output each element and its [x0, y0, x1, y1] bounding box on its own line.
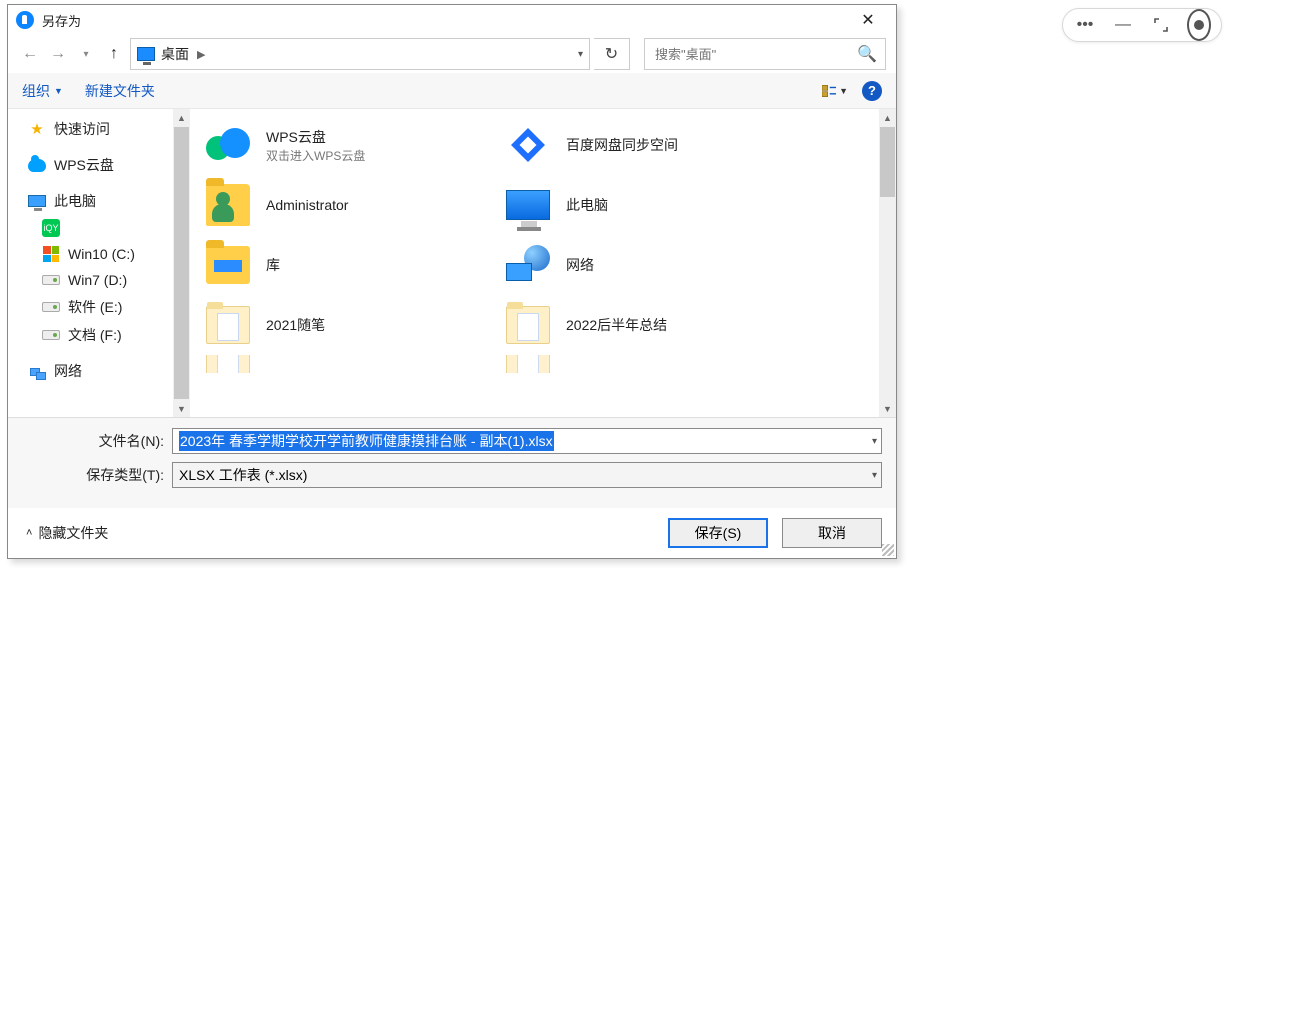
search-box[interactable]: 🔍 — [644, 38, 886, 70]
new-folder-button[interactable]: 新建文件夹 — [85, 81, 155, 101]
scroll-thumb[interactable] — [880, 127, 895, 197]
item-wps-cloud[interactable]: WPS云盘双击进入WPS云盘 — [190, 115, 490, 175]
doc-folder-icon — [504, 355, 552, 373]
path-box[interactable]: 桌面 ▶ ▾ — [130, 38, 590, 70]
doc-folder-icon — [204, 355, 252, 373]
sidebar: ★快速访问 WPS云盘 此电脑 iQY Win10 (C:) Win7 (D:)… — [8, 109, 190, 417]
doc-folder-icon — [504, 301, 552, 349]
save-button[interactable]: 保存(S) — [668, 518, 768, 548]
recent-dropdown[interactable]: ▾ — [74, 42, 98, 66]
sidebar-item-network[interactable]: 网络 — [8, 357, 190, 385]
desktop-icon — [137, 47, 155, 61]
content-scrollbar[interactable]: ▲ ▼ — [879, 109, 896, 417]
forward-button[interactable]: → — [46, 42, 70, 66]
sidebar-item-drive-c[interactable]: Win10 (C:) — [8, 241, 190, 267]
network-pc-icon — [504, 241, 552, 289]
item-libraries[interactable]: 库 — [190, 235, 490, 295]
sidebar-item-drive-d[interactable]: Win7 (D:) — [8, 267, 190, 293]
record-button[interactable] — [1187, 13, 1211, 37]
item-2021-essays[interactable]: 2021随笔 — [190, 295, 490, 355]
scroll-down-icon[interactable]: ▼ — [173, 400, 190, 417]
scroll-up-icon[interactable]: ▲ — [173, 109, 190, 126]
sidebar-item-iqiyi[interactable]: iQY — [8, 215, 190, 241]
app-icon — [16, 11, 34, 29]
sidebar-item-drive-e[interactable]: 软件 (E:) — [8, 293, 190, 321]
cloud-icon — [28, 156, 46, 174]
nav-row: ← → ▾ ↑ 桌面 ▶ ▾ ↻ 🔍 — [8, 35, 896, 73]
sidebar-item-this-pc[interactable]: 此电脑 — [8, 187, 190, 215]
overlay-toolbar: ••• — — [1062, 8, 1222, 42]
sidebar-item-drive-f[interactable]: 文档 (F:) — [8, 321, 190, 349]
user-folder-icon — [204, 181, 252, 229]
item-this-pc[interactable]: 此电脑 — [490, 175, 790, 235]
item-baidu-sync[interactable]: 百度网盘同步空间 — [490, 115, 790, 175]
dialog-body: ★快速访问 WPS云盘 此电脑 iQY Win10 (C:) Win7 (D:)… — [8, 109, 896, 417]
search-icon: 🔍 — [857, 44, 877, 64]
dialog-footer: ˄ 隐藏文件夹 保存(S) 取消 — [8, 508, 896, 558]
file-list: WPS云盘双击进入WPS云盘 百度网盘同步空间 Administrator 此电… — [190, 109, 896, 417]
item-network[interactable]: 网络 — [490, 235, 790, 295]
chevron-down-icon[interactable]: ▾ — [872, 470, 877, 481]
item-administrator[interactable]: Administrator — [190, 175, 490, 235]
dialog-title: 另存为 — [42, 11, 81, 30]
iqiyi-icon: iQY — [42, 219, 60, 237]
item-2022-summary[interactable]: 2022后半年总结 — [490, 295, 790, 355]
item-partial-left[interactable] — [190, 355, 490, 373]
windows-icon — [42, 245, 60, 263]
doc-folder-icon — [204, 301, 252, 349]
chevron-right-icon: ▶ — [197, 48, 205, 61]
filetype-label: 保存类型(T): — [22, 465, 164, 485]
view-mode-button[interactable]: ▼ — [822, 80, 848, 102]
filetype-field[interactable]: XLSX 工作表 (*.xlsx) ▾ — [172, 462, 882, 488]
hdd-icon — [42, 271, 60, 289]
sidebar-item-quick-access[interactable]: ★快速访问 — [8, 115, 190, 143]
sidebar-item-wps-cloud[interactable]: WPS云盘 — [8, 151, 190, 179]
pc-icon — [28, 192, 46, 210]
chevron-up-icon: ˄ — [26, 527, 32, 539]
cancel-button[interactable]: 取消 — [782, 518, 882, 548]
hdd-icon — [42, 298, 60, 316]
titlebar: 另存为 ✕ — [8, 5, 896, 35]
close-button[interactable]: ✕ — [848, 6, 888, 34]
filename-label: 文件名(N): — [22, 431, 164, 451]
fullscreen-icon[interactable] — [1149, 13, 1173, 37]
up-button[interactable]: ↑ — [102, 42, 126, 66]
baidu-icon — [504, 121, 552, 169]
filename-panel: 文件名(N): 2023年 春季学期学校开学前教师健康摸排台账 - 副本(1).… — [8, 417, 896, 508]
hdd-icon — [42, 326, 60, 344]
help-button[interactable]: ? — [862, 81, 882, 101]
refresh-button[interactable]: ↻ — [594, 38, 630, 70]
scroll-up-icon[interactable]: ▲ — [879, 109, 896, 126]
filename-value: 2023年 春季学期学校开学前教师健康摸排台账 - 副本(1).xlsx — [179, 431, 554, 451]
back-button[interactable]: ← — [18, 42, 42, 66]
hide-folders-toggle[interactable]: ˄ 隐藏文件夹 — [26, 523, 108, 543]
resize-grip[interactable] — [882, 544, 894, 556]
more-icon[interactable]: ••• — [1073, 13, 1097, 37]
organize-menu[interactable]: 组织▼ — [22, 81, 63, 101]
scroll-thumb[interactable] — [174, 127, 189, 399]
toolbar: 组织▼ 新建文件夹 ▼ ? — [8, 73, 896, 109]
wps-cloud-icon — [204, 121, 252, 169]
filename-field[interactable]: 2023年 春季学期学校开学前教师健康摸排台账 - 副本(1).xlsx ▾ — [172, 428, 882, 454]
item-partial-right[interactable] — [490, 355, 790, 373]
network-icon — [28, 362, 46, 380]
sidebar-scrollbar[interactable]: ▲ ▼ — [173, 109, 190, 417]
filetype-value: XLSX 工作表 (*.xlsx) — [179, 465, 307, 485]
chevron-down-icon[interactable]: ▾ — [872, 436, 877, 447]
path-location: 桌面 — [161, 44, 189, 64]
minimize-icon[interactable]: — — [1111, 13, 1135, 37]
search-input[interactable] — [653, 46, 857, 63]
save-as-dialog: 另存为 ✕ ← → ▾ ↑ 桌面 ▶ ▾ ↻ 🔍 组织▼ 新建文件夹 ▼ ? — [7, 4, 897, 559]
library-folder-icon — [204, 241, 252, 289]
scroll-down-icon[interactable]: ▼ — [879, 400, 896, 417]
pc-big-icon — [504, 181, 552, 229]
path-dropdown-icon[interactable]: ▾ — [578, 49, 583, 60]
star-icon: ★ — [28, 120, 46, 138]
